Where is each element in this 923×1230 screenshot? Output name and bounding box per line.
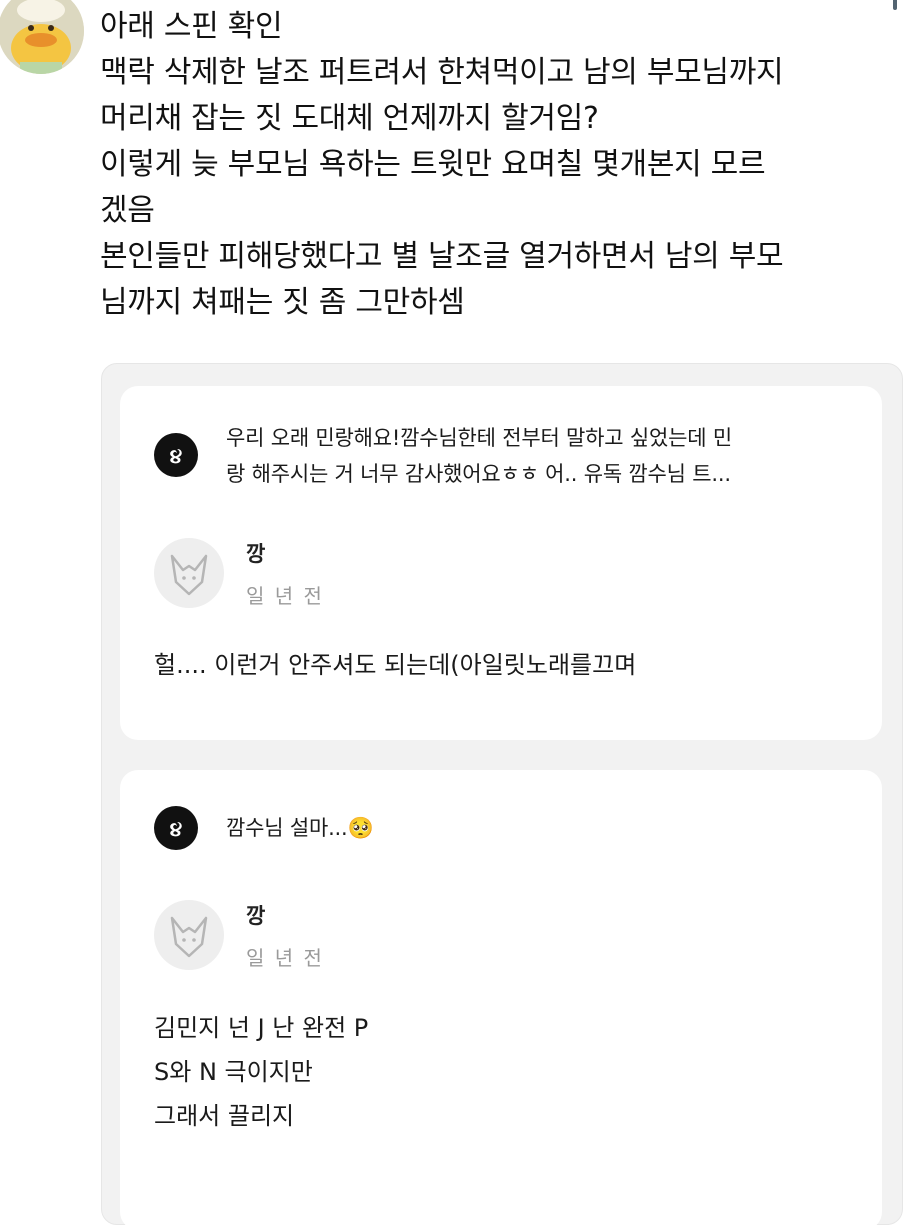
fox-avatar-icon — [170, 916, 208, 958]
answer-text: 헐.... 이런거 안주셔도 되는데(아일릿노래를끄며 — [154, 643, 636, 687]
answer-line: 그래서 끌리지 — [154, 1102, 295, 1130]
attached-image[interactable]: ૪ 우리 오래 민랑해요!깜수님한테 전부터 말하고 싶었는데 민 랑 해주시는… — [101, 363, 903, 1230]
answerer-name[interactable]: 깡 — [246, 538, 265, 568]
svg-text:૪: ૪ — [170, 817, 182, 841]
fox-avatar-icon — [170, 554, 208, 596]
tweet-body: 아래 스핀 확인 맥락 삭제한 날조 퍼트려서 한쳐먹이고 남의 부모님까지 머… — [100, 4, 900, 326]
answerer-avatar[interactable] — [154, 900, 224, 970]
answer-text: 김민지 넌 J 난 완전 P S와 N 극이지만 그래서 끌리지 — [154, 1006, 368, 1138]
tweet-line: 아래 스핀 확인 — [100, 9, 283, 44]
question-line: 깜수님 설마...🥺 — [226, 816, 374, 840]
tweet-line: 맥락 삭제한 날조 퍼트려서 한쳐먹이고 남의 부모님까지 — [100, 55, 784, 90]
tweet-line: 님까지 쳐패는 짓 좀 그만하셈 — [100, 285, 465, 320]
asked-logo-icon: ૪ — [154, 806, 198, 850]
asked-logo-icon: ૪ — [154, 433, 198, 477]
tweet-line: 이렇게 늦 부모님 욕하는 트윗만 요며칠 몇개본지 모르 — [100, 147, 766, 182]
duck-character-avatar-icon — [0, 0, 84, 74]
question-text: 깜수님 설마...🥺 — [226, 810, 374, 846]
answer-line: 헐.... 이런거 안주셔도 되는데(아일릿노래를끄며 — [154, 651, 637, 679]
question-line: 우리 오래 민랑해요!깜수님한테 전부터 말하고 싶었는데 민 — [226, 426, 732, 450]
answer-line: S와 N 극이지만 — [154, 1058, 313, 1086]
author-avatar[interactable] — [0, 0, 84, 74]
answer-timestamp: 일 년 전 — [246, 584, 324, 608]
answerer-avatar[interactable] — [154, 538, 224, 608]
qa-card: ૪ 깜수님 설마...🥺 깡 일 년 전 김민지 넌 J 난 완전 P S와 N… — [120, 770, 882, 1230]
answer-timestamp: 일 년 전 — [246, 946, 324, 970]
question-text: 우리 오래 민랑해요!깜수님한테 전부터 말하고 싶었는데 민 랑 해주시는 거… — [226, 420, 732, 492]
qa-card: ૪ 우리 오래 민랑해요!깜수님한테 전부터 말하고 싶었는데 민 랑 해주시는… — [120, 386, 882, 740]
tweet-line: 겠음 — [100, 193, 155, 228]
svg-text:૪: ૪ — [170, 444, 182, 468]
question-line: 랑 해주시는 거 너무 감사했어요ㅎㅎ 어.. 유독 깜수님 트... — [226, 462, 731, 486]
tweet-line: 본인들만 피해당했다고 별 날조글 열거하면서 남의 부모 — [100, 239, 784, 274]
answer-line: 김민지 넌 J 난 완전 P — [154, 1014, 369, 1042]
answerer-name[interactable]: 깡 — [246, 900, 265, 930]
tweet-line: 머리채 잡는 짓 도대체 언제까지 할거임? — [100, 101, 599, 136]
